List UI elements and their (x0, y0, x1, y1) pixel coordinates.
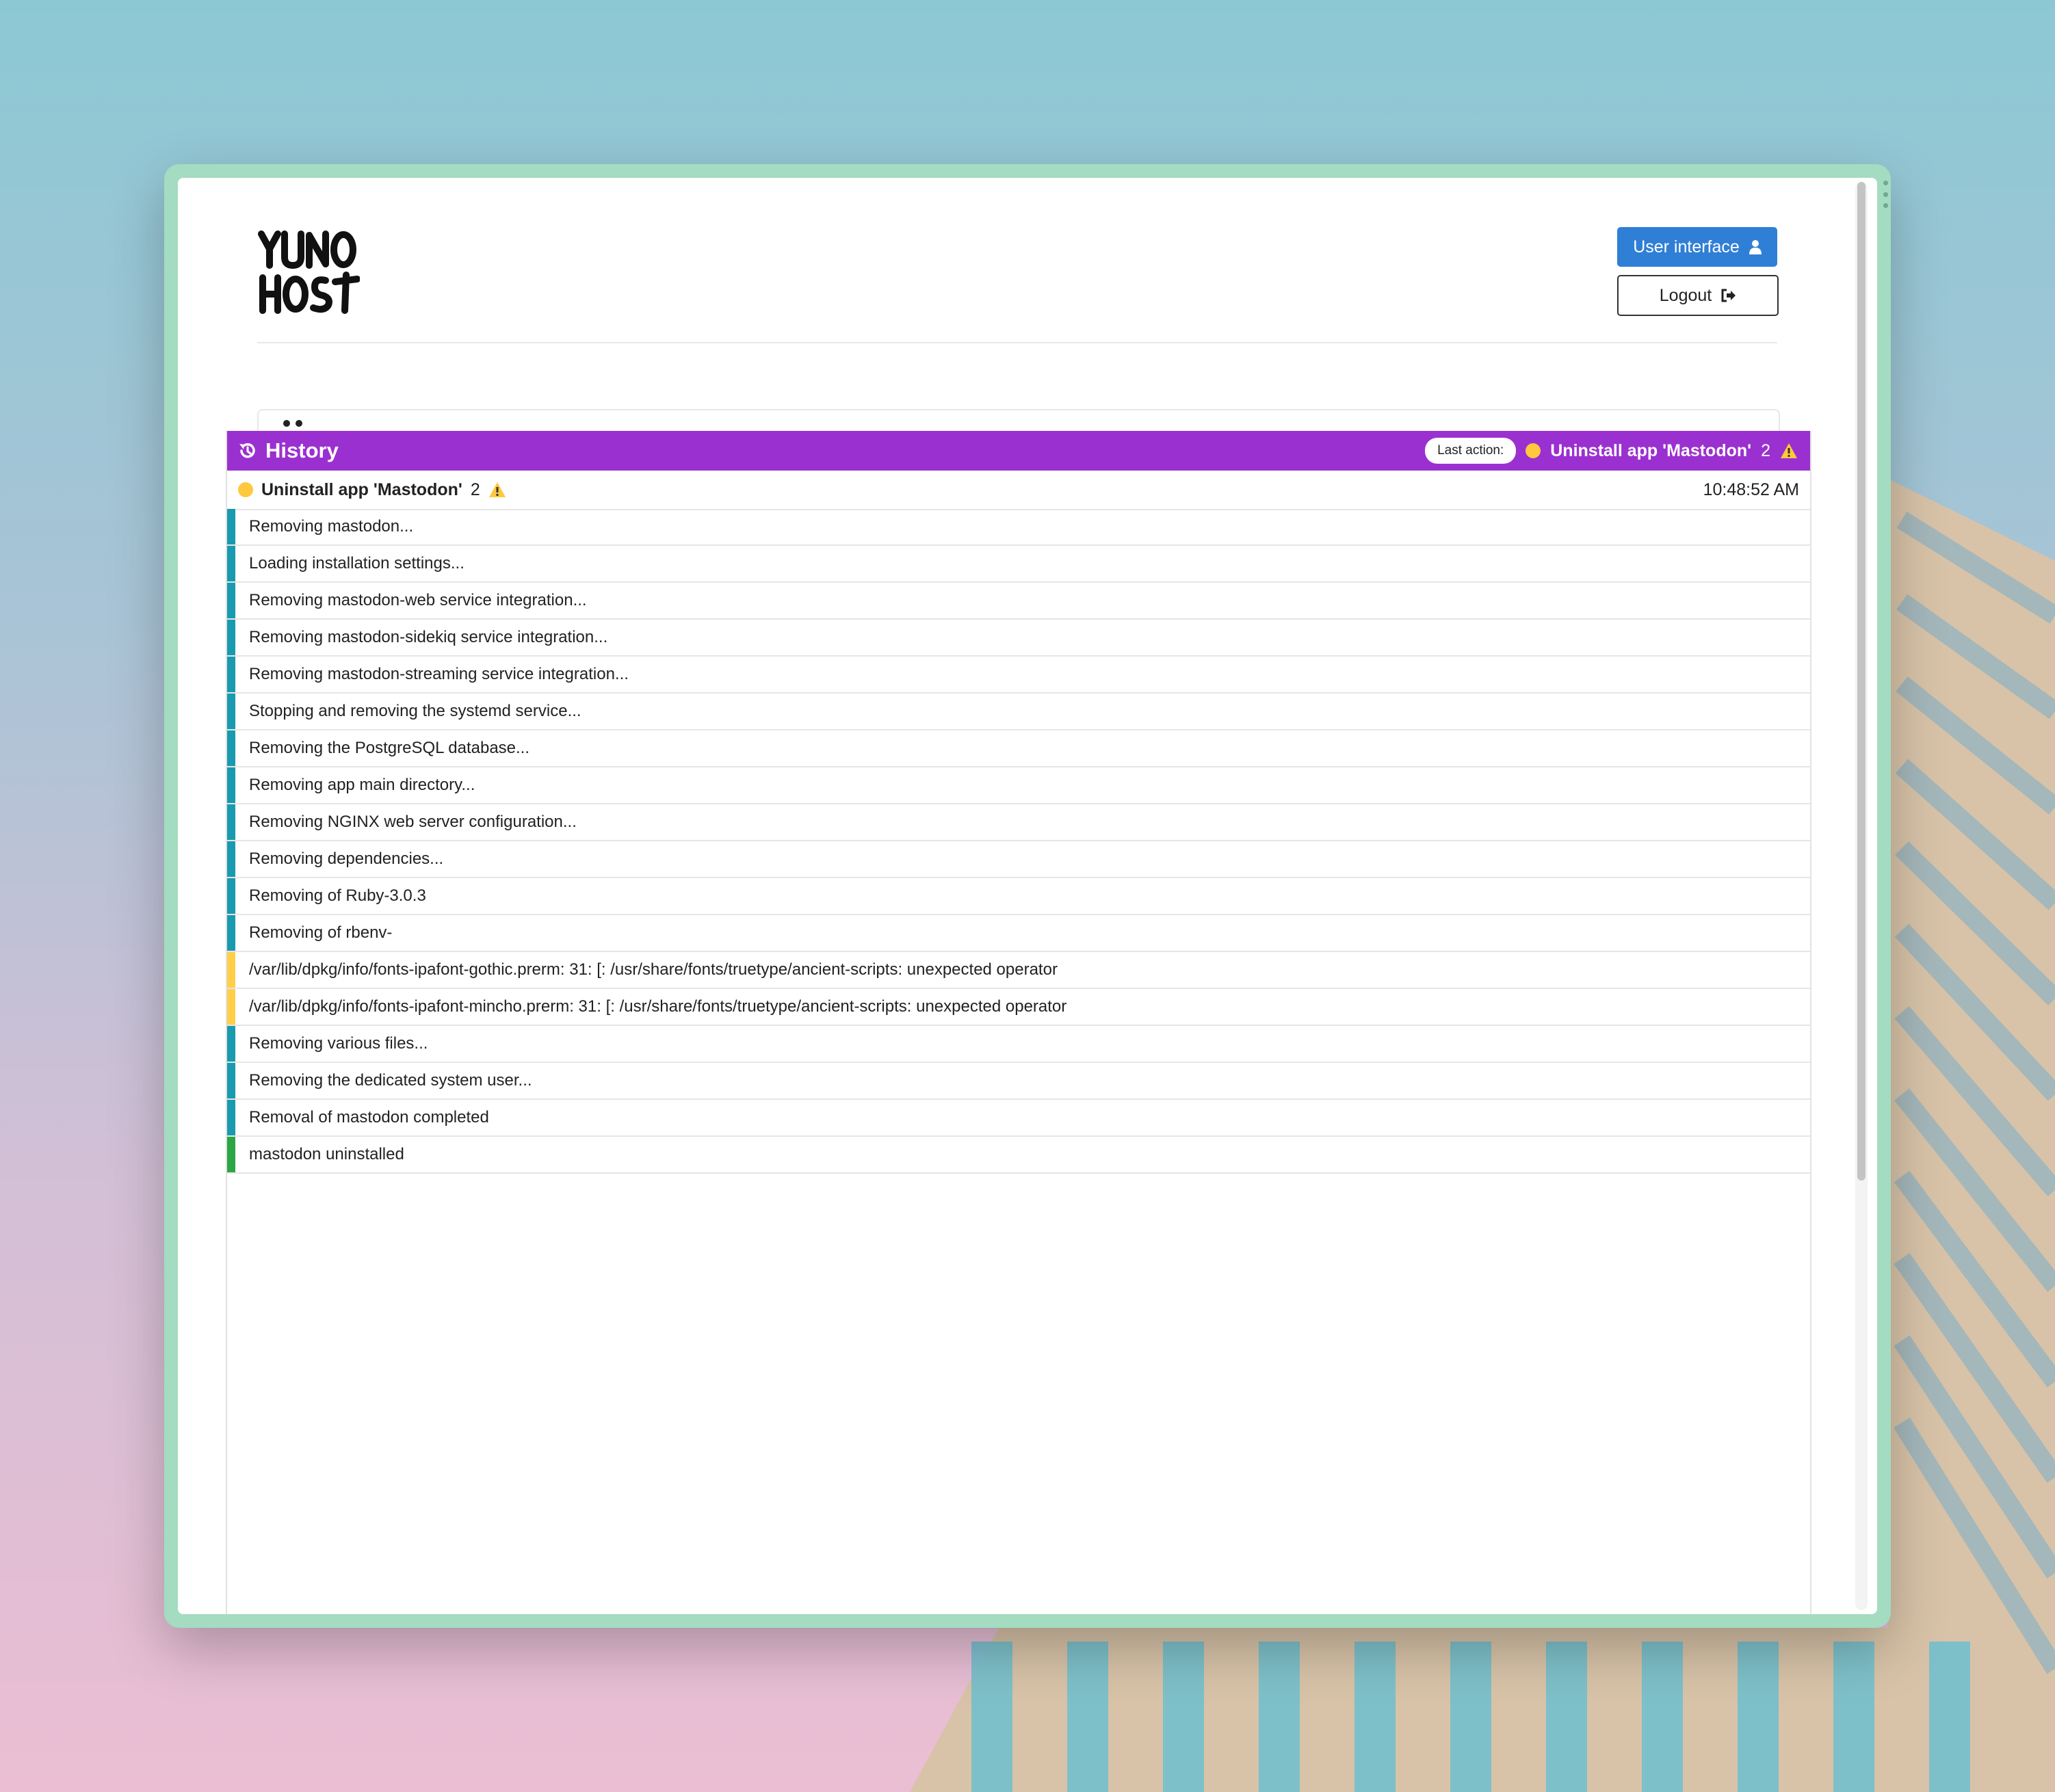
user-icon (1749, 240, 1762, 254)
user-interface-label: User interface (1633, 237, 1740, 256)
log-line-success: mastodon uninstalled (227, 1137, 1810, 1174)
log-list: Removing mastodon... Loading installation… (227, 509, 1810, 1174)
log-line-info: Removing of rbenv- (227, 915, 1810, 952)
log-level-indicator (227, 620, 235, 655)
window-content: User interface Logout History Last actio… (178, 178, 1877, 1614)
log-level-indicator (227, 952, 235, 988)
last-action-pill: Last action: (1425, 438, 1517, 464)
log-line-text: /var/lib/dpkg/info/fonts-ipafont-mincho.… (249, 997, 1067, 1016)
log-line-text: /var/lib/dpkg/info/fonts-ipafont-gothic.… (249, 960, 1058, 979)
operation-warning-count: 2 (470, 479, 480, 499)
log-level-indicator (227, 546, 235, 581)
logout-label: Logout (1659, 285, 1712, 305)
operation-title: Uninstall app 'Mastodon' (261, 479, 462, 499)
logout-button[interactable]: Logout (1617, 275, 1779, 316)
log-line-info: Removing dependencies... (227, 841, 1810, 878)
log-level-indicator (227, 804, 235, 840)
app-window: User interface Logout History Last actio… (164, 164, 1891, 1628)
log-level-indicator (227, 878, 235, 914)
log-line-info: Removing the dedicated system user... (227, 1063, 1810, 1100)
log-line-text: Removing app main directory... (249, 776, 475, 794)
last-action-title: Uninstall app 'Mastodon' (1550, 440, 1752, 460)
last-action-summary[interactable]: Last action: Uninstall app 'Mastodon' 2 (1425, 431, 1798, 471)
log-line-info: Loading installation settings... (227, 546, 1810, 583)
log-line-text: Removing the PostgreSQL database... (249, 739, 530, 757)
log-line-text: mastodon uninstalled (249, 1145, 404, 1163)
yunohost-logo[interactable] (257, 227, 360, 316)
log-line-text: Removing mastodon-web service integratio… (249, 591, 587, 609)
log-line-text: Removing mastodon-sidekiq service integr… (249, 628, 608, 646)
log-level-indicator (227, 989, 235, 1025)
operation-time: 10:48:52 AM (1703, 479, 1799, 499)
history-title-text: History (265, 438, 339, 462)
log-level-indicator (227, 1026, 235, 1062)
user-interface-button[interactable]: User interface (1617, 227, 1777, 267)
log-line-text: Removing of Ruby-3.0.3 (249, 886, 426, 905)
page-scrollbar[interactable] (1855, 182, 1868, 1610)
operation-row[interactable]: Uninstall app 'Mastodon' 2 10:48:52 AM (227, 471, 1810, 510)
log-level-indicator (227, 694, 235, 729)
log-level-indicator (227, 1100, 235, 1135)
sign-out-icon (1721, 289, 1736, 302)
header-divider (257, 342, 1777, 343)
log-line-text: Stopping and removing the systemd servic… (249, 702, 581, 720)
log-level-indicator (227, 915, 235, 951)
log-line-info: Removing mastodon-web service integratio… (227, 583, 1810, 620)
log-line-text: Loading installation settings... (249, 554, 464, 572)
log-line-info: Removing mastodon-streaming service inte… (227, 657, 1810, 694)
warning-triangle-icon (488, 482, 506, 497)
warning-status-dot-icon (238, 482, 253, 497)
card-icon (283, 420, 302, 427)
log-line-text: Removing mastodon-streaming service inte… (249, 665, 629, 683)
log-line-text: Removing NGINX web server configuration.… (249, 813, 577, 831)
log-level-indicator (227, 1063, 235, 1098)
history-icon (239, 443, 255, 458)
log-line-warning: /var/lib/dpkg/info/fonts-ipafont-mincho.… (227, 989, 1810, 1026)
log-line-info: Stopping and removing the systemd servic… (227, 694, 1810, 730)
log-level-indicator (227, 509, 235, 544)
log-line-info: Removing mastodon-sidekiq service integr… (227, 620, 1810, 657)
history-panel: History Last action: Uninstall app 'Mast… (226, 431, 1811, 1614)
log-line-text: Removing the dedicated system user... (249, 1071, 532, 1090)
window-grip[interactable] (1883, 181, 1888, 208)
log-line-info: Removing of Ruby-3.0.3 (227, 878, 1810, 915)
log-line-text: Removing dependencies... (249, 849, 444, 868)
log-line-text: Removing mastodon... (249, 517, 414, 536)
log-line-text: Removing various files... (249, 1034, 428, 1053)
history-header[interactable]: History Last action: Uninstall app 'Mast… (227, 431, 1810, 471)
log-level-indicator (227, 657, 235, 692)
log-level-indicator (227, 767, 235, 803)
history-title: History (238, 431, 339, 471)
log-line-info: Removing the PostgreSQL database... (227, 730, 1810, 767)
scrollbar-thumb[interactable] (1857, 182, 1866, 1181)
log-line-info: Removing NGINX web server configuration.… (227, 804, 1810, 841)
log-line-warning: /var/lib/dpkg/info/fonts-ipafont-gothic.… (227, 952, 1810, 989)
log-level-indicator (227, 730, 235, 766)
log-line-text: Removal of mastodon completed (249, 1108, 489, 1126)
log-line-info: Removing app main directory... (227, 767, 1810, 804)
log-level-indicator (227, 583, 235, 618)
log-line-text: Removing of rbenv- (249, 923, 393, 942)
log-level-indicator (227, 841, 235, 877)
operation-summary: Uninstall app 'Mastodon' 2 (238, 471, 506, 509)
log-level-indicator (227, 1137, 235, 1172)
log-line-info: Removal of mastodon completed (227, 1100, 1810, 1137)
warning-status-dot-icon (1526, 443, 1541, 458)
warning-triangle-icon (1781, 443, 1797, 458)
log-line-info: Removing mastodon... (227, 509, 1810, 546)
log-line-info: Removing various files... (227, 1026, 1810, 1063)
last-action-warning-count: 2 (1761, 440, 1770, 460)
